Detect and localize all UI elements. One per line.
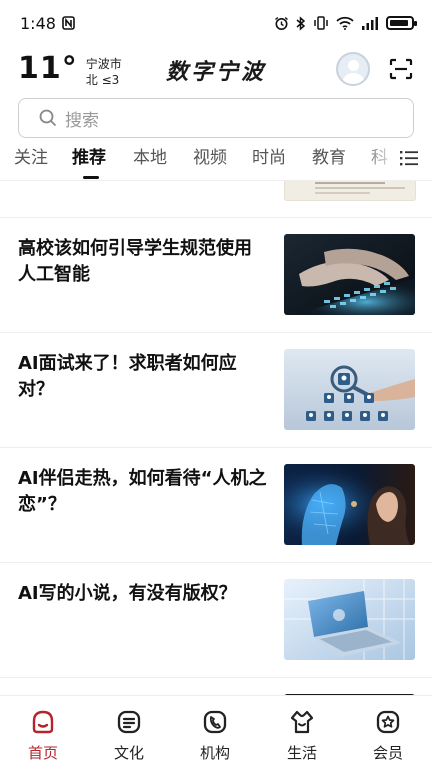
active-tab-indicator [83, 176, 99, 179]
list-item[interactable]: AI伴侣走热，如何看待“人机之恋”？ [0, 447, 432, 562]
nav-label: 生活 [286, 744, 317, 762]
tab-local[interactable]: 本地 [133, 146, 167, 170]
life-icon [290, 710, 314, 734]
news-feed: 高校该如何引导学生规范使用人工智能 AI面试来了！求职者如何应对？ AI伴侣走热… [0, 181, 432, 695]
institution-icon [203, 710, 227, 734]
nav-label: 文化 [113, 744, 144, 762]
culture-icon [117, 710, 141, 734]
home-icon [32, 710, 54, 734]
vibrate-icon [314, 16, 328, 30]
nav-label: 会员 [372, 744, 403, 762]
nav-home[interactable]: 首页 [13, 708, 73, 763]
tab-fade [360, 144, 398, 178]
bluetooth-icon [296, 15, 306, 31]
nav-label: 机构 [199, 744, 230, 762]
alarm-icon [275, 16, 288, 30]
status-right [274, 15, 417, 31]
status-left: 1:48 [20, 14, 75, 33]
search-icon [39, 109, 57, 127]
bottom-nav: 首页 文化 机构 生活 会员 [0, 695, 432, 768]
scan-icon[interactable] [389, 58, 413, 80]
article-title: 高校该如何引导学生规范使用人工智能 [18, 238, 252, 285]
tab-follow[interactable]: 关注 [14, 146, 48, 170]
article-thumbnail [284, 464, 415, 545]
nav-life[interactable]: 生活 [272, 708, 332, 763]
tab-video[interactable]: 视频 [193, 146, 227, 170]
nav-culture[interactable]: 文化 [99, 708, 159, 763]
nav-institution[interactable]: 机构 [185, 708, 245, 763]
tab-education[interactable]: 教育 [312, 146, 346, 170]
nav-member[interactable]: 会员 [358, 708, 418, 763]
wifi-icon [336, 16, 354, 30]
article-title: AI写的小说，有没有版权？ [18, 583, 237, 604]
tab-recommend[interactable]: 推荐 [72, 146, 106, 170]
status-time: 1:48 [20, 13, 56, 33]
article-thumbnail [284, 579, 415, 660]
article-thumbnail [284, 234, 415, 315]
signal-icon [362, 17, 378, 30]
tab-fashion[interactable]: 时尚 [252, 146, 286, 170]
status-bar: 1:48 [0, 0, 432, 46]
list-item[interactable]: 高校该如何引导学生规范使用人工智能 [0, 217, 432, 332]
app-header: 11° 宁波市 北 ≤3 数字宁波 [0, 46, 432, 94]
search-input[interactable]: 搜索 [18, 98, 414, 138]
list-item[interactable] [0, 677, 432, 695]
article-thumbnail [284, 349, 415, 430]
list-item[interactable]: AI面试来了！求职者如何应对？ [0, 332, 432, 447]
battery-icon [386, 16, 417, 30]
nav-label: 首页 [27, 744, 58, 762]
article-title: AI伴侣走热，如何看待“人机之恋”？ [18, 468, 267, 515]
partial-article-image[interactable] [284, 181, 416, 201]
avatar[interactable] [336, 52, 370, 86]
search-placeholder: 搜索 [65, 110, 99, 131]
category-tabs: 关注 推荐 本地 视频 时尚 教育 科 [0, 144, 432, 180]
nfc-icon [62, 16, 75, 30]
channel-menu-icon[interactable] [398, 148, 420, 168]
member-icon [376, 710, 400, 734]
list-item[interactable]: AI写的小说，有没有版权？ [0, 562, 432, 677]
article-title: AI面试来了！求职者如何应对？ [18, 353, 237, 400]
